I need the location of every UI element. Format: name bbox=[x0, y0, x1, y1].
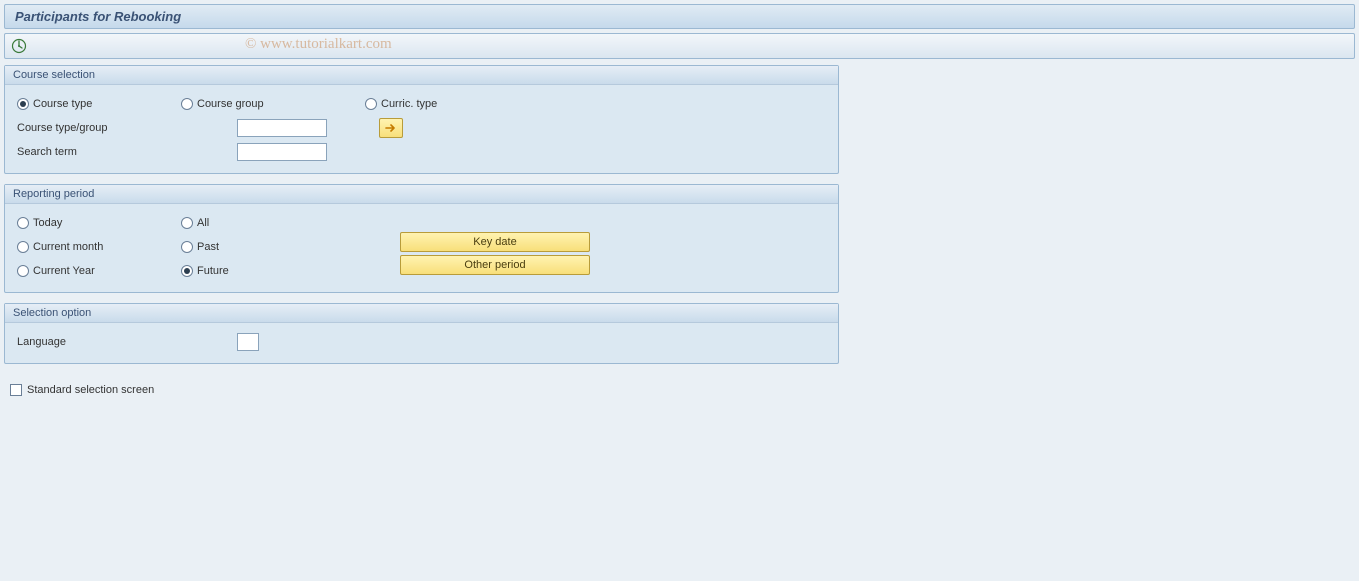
group-title-course-selection: Course selection bbox=[5, 66, 838, 85]
radio-future[interactable] bbox=[181, 265, 193, 277]
radio-label-course-group: Course group bbox=[197, 98, 264, 110]
radio-label-future: Future bbox=[197, 265, 229, 277]
radio-curric-type[interactable] bbox=[365, 98, 377, 110]
radio-label-all: All bbox=[197, 217, 209, 229]
radio-all[interactable] bbox=[181, 217, 193, 229]
radio-current-month[interactable] bbox=[17, 241, 29, 253]
execute-icon[interactable] bbox=[11, 38, 27, 57]
input-language[interactable] bbox=[237, 333, 259, 351]
input-search-term[interactable] bbox=[237, 143, 327, 161]
label-standard-selection: Standard selection screen bbox=[27, 384, 154, 396]
group-course-selection: Course selection Course type Course grou… bbox=[4, 65, 839, 174]
radio-label-current-year: Current Year bbox=[33, 265, 95, 277]
label-course-type-group: Course type/group bbox=[17, 122, 237, 134]
group-title-selection-option: Selection option bbox=[5, 304, 838, 323]
group-title-reporting-period: Reporting period bbox=[5, 185, 838, 204]
watermark-text: © www.tutorialkart.com bbox=[245, 36, 392, 53]
page-title: Participants for Rebooking bbox=[4, 4, 1355, 29]
radio-label-course-type: Course type bbox=[33, 98, 92, 110]
multiple-selection-button[interactable] bbox=[379, 118, 403, 138]
label-search-term: Search term bbox=[17, 146, 237, 158]
radio-today[interactable] bbox=[17, 217, 29, 229]
input-course-type-group[interactable] bbox=[237, 119, 327, 137]
radio-course-group[interactable] bbox=[181, 98, 193, 110]
toolbar: © www.tutorialkart.com bbox=[4, 33, 1355, 59]
label-language: Language bbox=[17, 336, 237, 348]
radio-course-type[interactable] bbox=[17, 98, 29, 110]
group-selection-option: Selection option Language bbox=[4, 303, 839, 364]
radio-past[interactable] bbox=[181, 241, 193, 253]
arrow-right-icon bbox=[385, 123, 397, 133]
radio-label-current-month: Current month bbox=[33, 241, 103, 253]
radio-current-year[interactable] bbox=[17, 265, 29, 277]
group-reporting-period: Reporting period Today All Curr bbox=[4, 184, 839, 293]
radio-label-today: Today bbox=[33, 217, 62, 229]
other-period-button[interactable]: Other period bbox=[400, 255, 590, 275]
key-date-button[interactable]: Key date bbox=[400, 232, 590, 252]
radio-label-past: Past bbox=[197, 241, 219, 253]
radio-label-curric-type: Curric. type bbox=[381, 98, 437, 110]
checkbox-standard-selection[interactable] bbox=[10, 384, 22, 396]
